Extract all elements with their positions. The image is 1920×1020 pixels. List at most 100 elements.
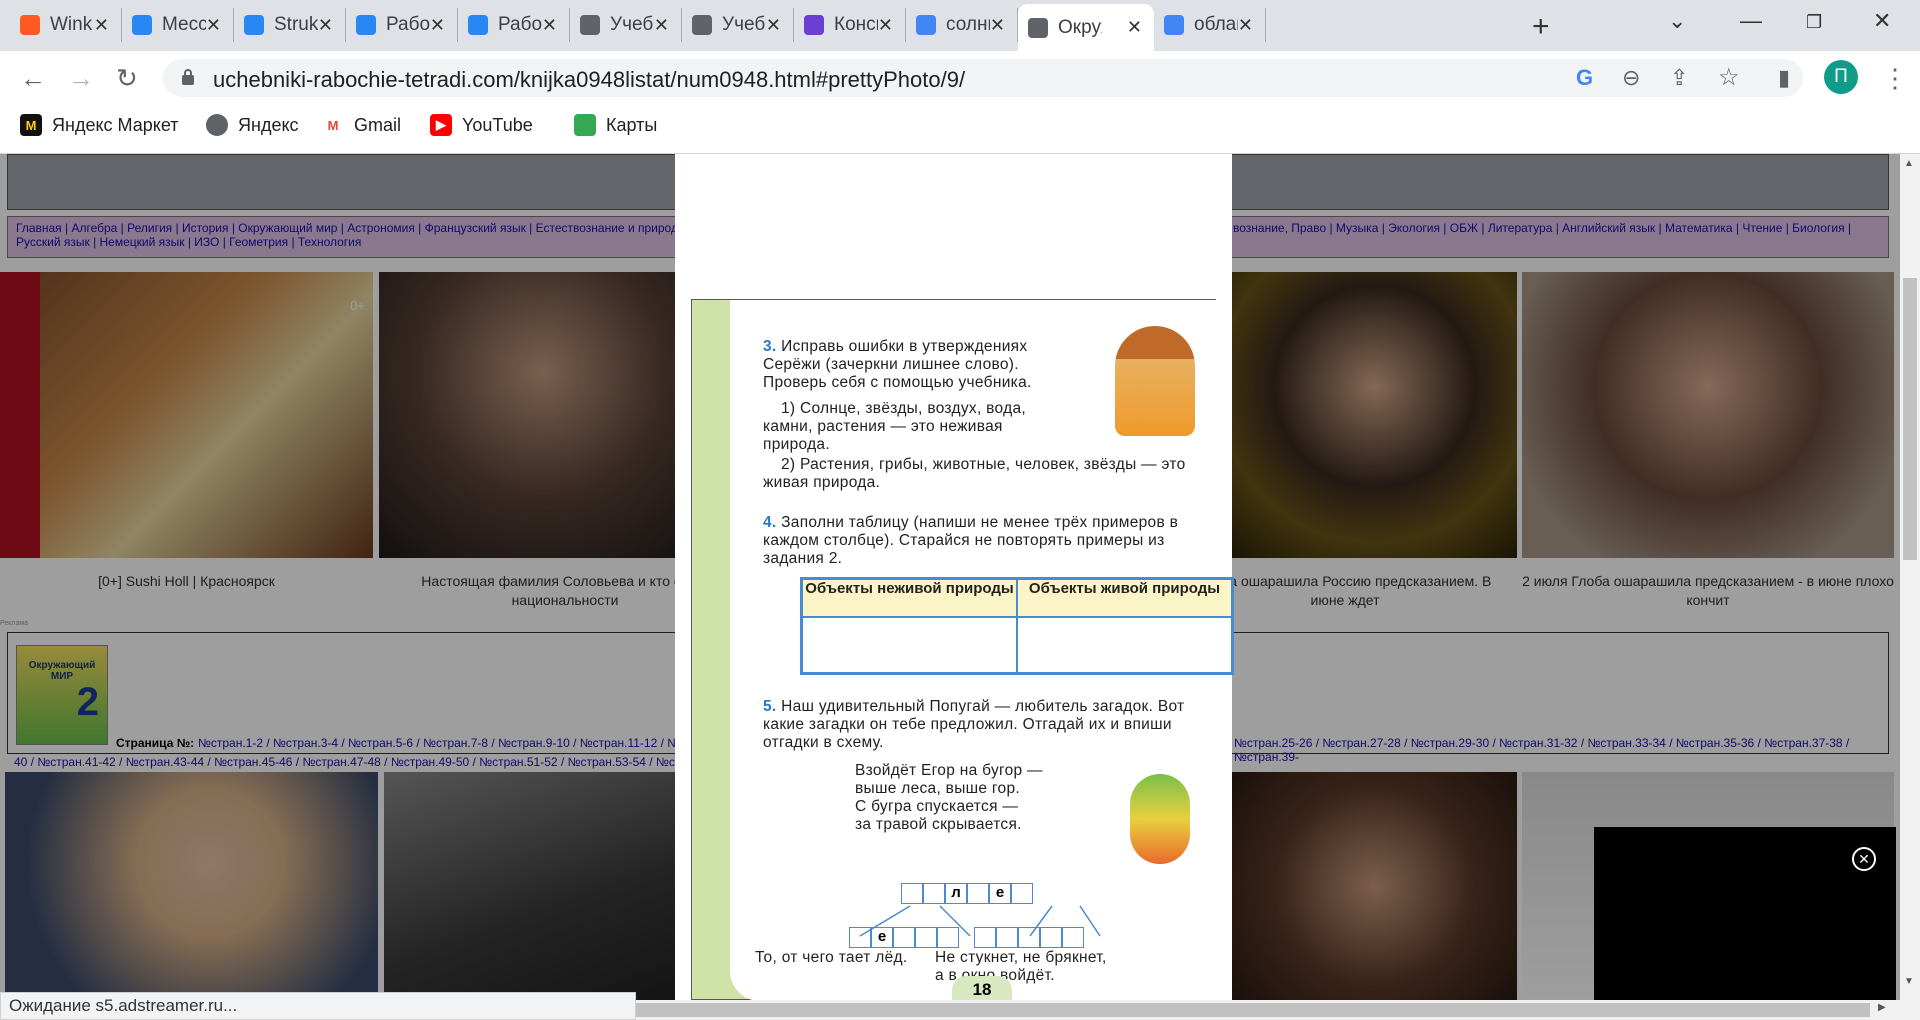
menu-icon[interactable]: ⋮ <box>1882 63 1908 94</box>
tab[interactable]: Учебник✕ <box>682 8 794 42</box>
exercise-3-item-1: 1) Солнце, звёзды, воздух, вода, камни, … <box>763 400 1026 453</box>
tab[interactable]: Struk ✕ <box>234 8 346 42</box>
tab-title: солнце <box>946 14 990 35</box>
reload-icon[interactable]: ↻ <box>116 63 138 94</box>
google-lens-icon[interactable]: G <box>1576 65 1593 91</box>
close-tab-icon[interactable]: ✕ <box>318 15 333 36</box>
bookmarks-bar: M Яндекс Маркет Яндекс M Gmail ▶ YouTube Карты <box>0 104 1920 150</box>
close-tab-icon[interactable]: ✕ <box>1238 15 1253 36</box>
close-tab-icon[interactable]: ✕ <box>206 15 221 36</box>
address-bar[interactable]: uchebniki-rabochie-tetradi.com/knijka094… <box>163 59 1803 97</box>
bookmark-star-icon[interactable]: ☆ <box>1718 63 1740 92</box>
tab-title: Работы <box>386 14 430 35</box>
tab[interactable]: Wink ✕ <box>10 8 122 42</box>
bookmark-label: YouTube <box>462 114 533 135</box>
tab[interactable]: Работы✕ <box>458 8 570 42</box>
close-tab-icon[interactable]: ✕ <box>878 15 893 36</box>
bookmark-label: Яндекс <box>238 114 299 135</box>
page-number: 18 <box>952 976 1012 1000</box>
tab[interactable]: солнце✕ <box>906 8 1018 42</box>
exercise-5: 5. Наш удивительный Попугай — любитель з… <box>763 698 1185 751</box>
grid-connectors <box>859 905 1101 937</box>
maps-icon <box>574 114 596 136</box>
url-text: uchebniki-rabochie-tetradi.com/knijka094… <box>213 67 966 92</box>
tab[interactable]: Работы✕ <box>346 8 458 42</box>
tab-search-icon[interactable]: ⌄ <box>1668 8 1686 34</box>
youtube-icon: ▶ <box>430 114 452 136</box>
boy-illustration <box>1115 326 1195 436</box>
table-header-nonliving: Объекты неживой природы <box>802 579 1017 617</box>
close-tab-icon[interactable]: ✕ <box>990 15 1005 36</box>
tab[interactable]: Конспект✕ <box>794 8 906 42</box>
restore-button[interactable]: ❐ <box>1806 12 1822 33</box>
exercise-4: 4. Заполни таблицу (напиши не менее трёх… <box>763 514 1179 567</box>
close-tab-icon[interactable]: ✕ <box>430 15 445 36</box>
tab[interactable]: облако✕ <box>1154 8 1266 42</box>
video-ad[interactable]: ✕ <box>1594 827 1896 1000</box>
tab-title: облако <box>1194 14 1238 35</box>
tab[interactable]: Мессенджер✕ <box>122 8 234 42</box>
exercise-4-table: Объекты неживой природы Объекты живой пр… <box>800 577 1234 675</box>
gmail-icon: M <box>322 114 344 136</box>
vk-icon <box>468 15 488 35</box>
globe-icon <box>1028 17 1048 38</box>
bookmark-label: Gmail <box>354 114 402 135</box>
vertical-scroll-thumb[interactable] <box>1903 278 1917 560</box>
side-panel-icon[interactable]: ▮ <box>1778 65 1790 91</box>
web-page: Главная | Алгебра | Религия | История | … <box>0 154 1900 1000</box>
riddle-1: Взойдёт Егор на бугор — выше леса, выше … <box>855 762 1043 833</box>
close-tab-icon[interactable]: ✕ <box>1127 17 1142 38</box>
globe-icon <box>206 114 228 136</box>
tab-title: Работы <box>498 14 542 35</box>
konspekt-icon <box>804 15 824 35</box>
workbook-page: 3. Исправь ошибки в утверждениях Серёжи … <box>691 299 1234 1000</box>
bookmark[interactable]: Карты <box>574 114 657 136</box>
browser-chrome: Wink✕Мессенджер✕Struk✕Работы✕Работы✕Учеб… <box>0 0 1920 154</box>
vk-icon <box>356 15 376 35</box>
horizontal-scroll-thumb[interactable] <box>636 1003 1870 1017</box>
profile-avatar[interactable]: П <box>1824 60 1858 94</box>
share-icon[interactable]: ⇪ <box>1670 65 1688 91</box>
vk-icon <box>244 15 264 35</box>
forward-icon[interactable]: → <box>68 63 94 94</box>
bookmark[interactable]: M Gmail <box>322 114 401 136</box>
table-header-living: Объекты живой природы <box>1017 579 1232 617</box>
close-tab-icon[interactable]: ✕ <box>654 15 669 36</box>
google-icon <box>1164 15 1184 35</box>
tab-title: Wink <box>50 14 93 35</box>
exercise-3: 3. Исправь ошибки в утверждениях Серёжи … <box>763 338 1032 391</box>
lightbox: 3. Исправь ошибки в утверждениях Серёжи … <box>675 154 1234 1000</box>
close-tab-icon[interactable]: ✕ <box>766 15 781 36</box>
tab-title: Учебник <box>610 14 654 35</box>
tab-title: Struk <box>274 14 318 35</box>
close-ad-icon[interactable]: ✕ <box>1852 847 1876 871</box>
new-tab-button[interactable]: + <box>1532 10 1550 44</box>
bookmark[interactable]: Яндекс <box>206 114 299 136</box>
close-window-button[interactable]: ✕ <box>1873 8 1891 34</box>
wink-icon <box>20 15 40 35</box>
bookmark-label: Яндекс Маркет <box>52 114 179 135</box>
tab-strip: Wink✕Мессенджер✕Struk✕Работы✕Работы✕Учеб… <box>0 0 1920 51</box>
zoom-icon[interactable]: ⊖ <box>1622 65 1640 91</box>
globe-icon <box>692 15 712 35</box>
bookmark[interactable]: ▶ YouTube <box>430 114 533 136</box>
close-tab-icon[interactable]: ✕ <box>94 15 109 36</box>
globe-icon <box>580 15 600 35</box>
tab[interactable]: Окружающий ✕ <box>1018 4 1154 51</box>
bookmark[interactable]: M Яндекс Маркет <box>20 114 178 136</box>
tab-title: Окружающий <box>1058 16 1102 38</box>
parrot-illustration <box>1130 774 1190 864</box>
google-icon <box>916 15 936 35</box>
table-cell-living[interactable] <box>1017 617 1232 673</box>
vertical-scrollbar[interactable]: ▲ ▼ <box>1900 154 1920 1000</box>
minimize-button[interactable]: — <box>1740 8 1762 34</box>
table-cell-nonliving[interactable] <box>802 617 1017 673</box>
toolbar: ← → ↻ uchebniki-rabochie-tetradi.com/kni… <box>0 51 1920 104</box>
tab[interactable]: Учебник✕ <box>570 8 682 42</box>
yandex-market-icon: M <box>20 114 42 136</box>
messenger-icon <box>132 15 152 35</box>
riddle-2: То, от чего тает лёд. <box>755 949 908 966</box>
close-tab-icon[interactable]: ✕ <box>542 15 557 36</box>
back-icon[interactable]: ← <box>20 63 46 94</box>
tab-title: Учебник <box>722 14 766 35</box>
